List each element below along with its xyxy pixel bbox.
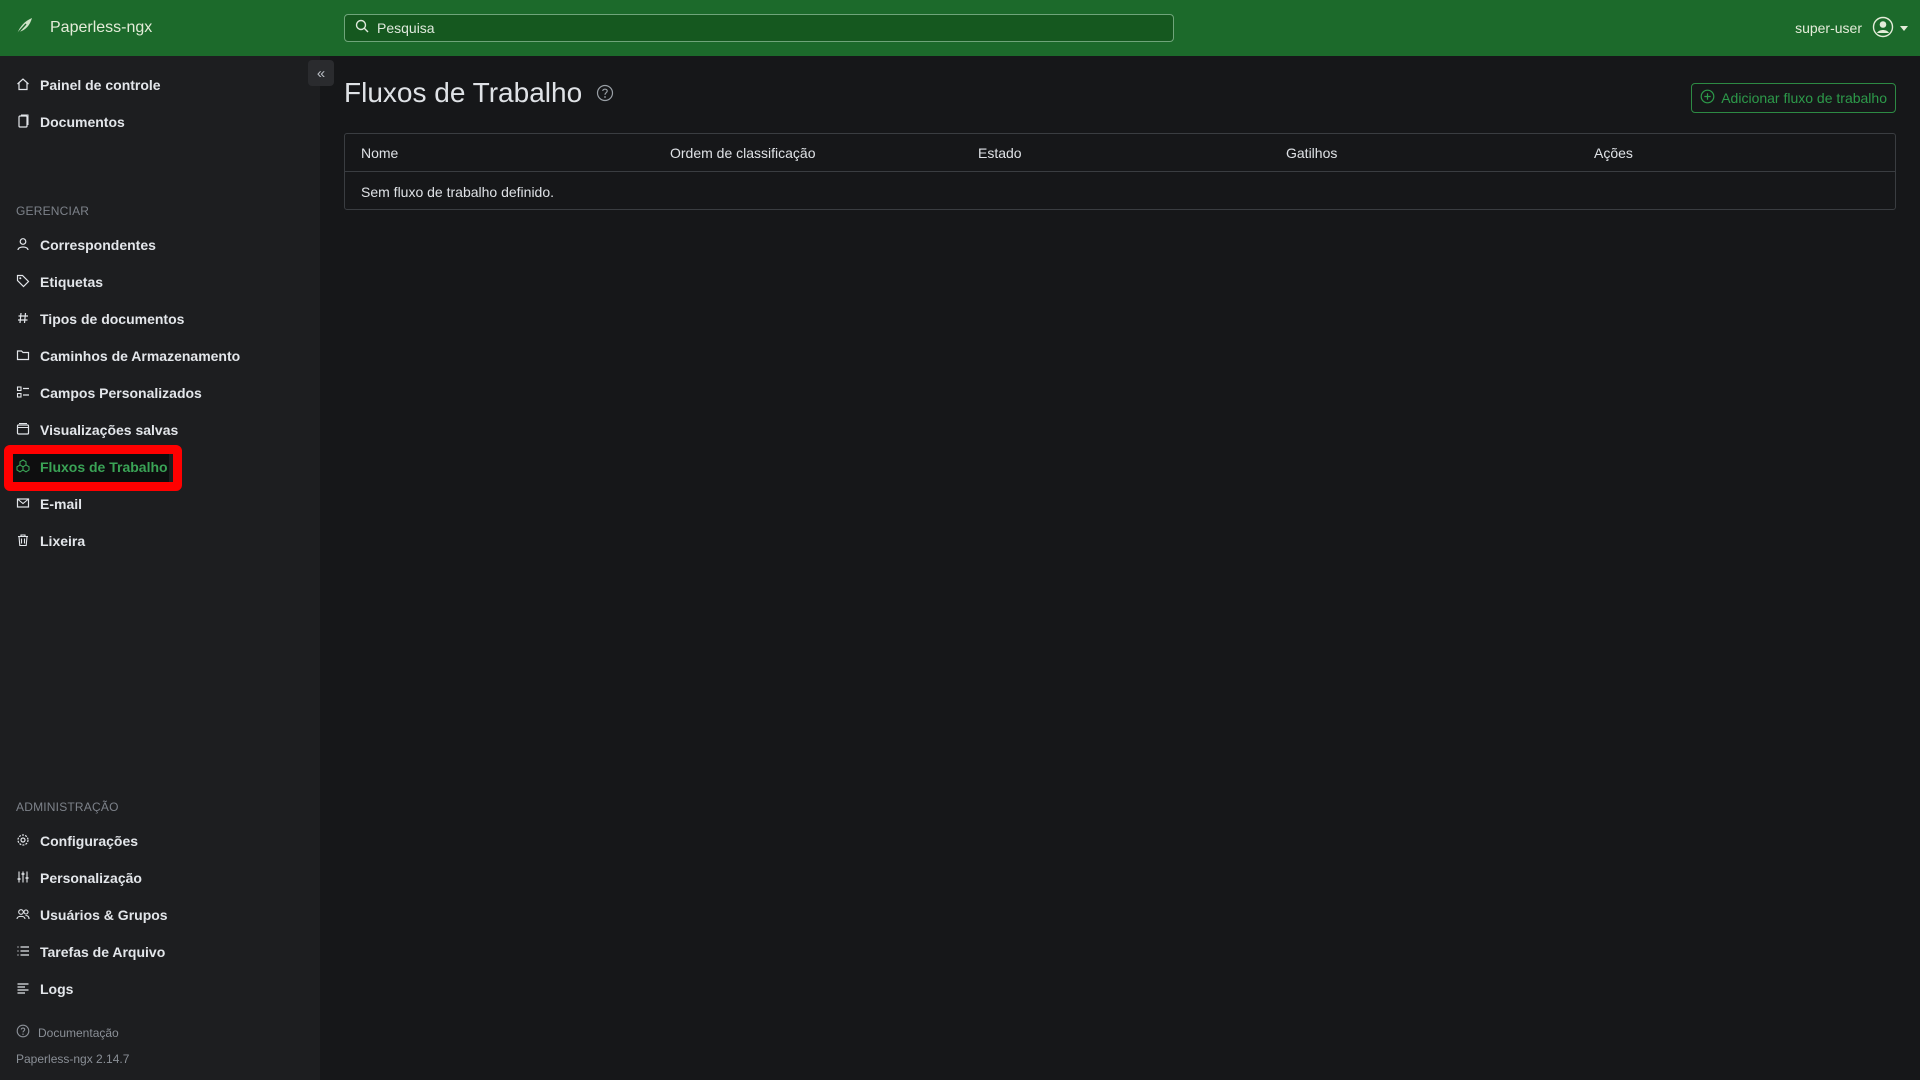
sidebar-item-mail[interactable]: E-mail bbox=[16, 491, 82, 517]
empty-table-message: Sem fluxo de trabalho definido. bbox=[361, 184, 555, 200]
boxes-icon bbox=[16, 458, 30, 476]
sidebar-item-label: Logs bbox=[40, 981, 74, 997]
search-input[interactable] bbox=[377, 20, 1157, 36]
sidebar-item-label: Usuários & Grupos bbox=[40, 907, 168, 923]
sidebar-item-label: Visualizações salvas bbox=[40, 422, 179, 438]
tags-icon bbox=[16, 274, 30, 291]
trash-icon bbox=[16, 533, 30, 550]
sidebar-item-label: E-mail bbox=[40, 496, 83, 512]
user-name: super-user bbox=[1795, 20, 1862, 36]
column-header-status[interactable]: Estado bbox=[978, 145, 1022, 161]
house-icon bbox=[16, 77, 30, 94]
sidebar-item-label: Personalização bbox=[40, 870, 142, 886]
files-icon bbox=[16, 114, 30, 131]
documentation-link[interactable]: Documentação bbox=[16, 1024, 119, 1041]
sidebar-item-label: Configurações bbox=[40, 833, 139, 849]
section-label-admin: ADMINISTRAÇÃO bbox=[16, 800, 119, 814]
sidebar-item-label: Caminhos de Armazenamento bbox=[40, 348, 241, 364]
search-icon bbox=[355, 19, 369, 37]
envelope-icon bbox=[16, 496, 30, 513]
leaf-logo-icon bbox=[14, 16, 34, 41]
add-workflow-label: Adicionar fluxo de trabalho bbox=[1721, 90, 1887, 106]
sidebar-item-label: Lixeira bbox=[40, 533, 86, 549]
app-brand[interactable]: Paperless-ngx bbox=[14, 0, 152, 56]
sidebar-item-label: Tarefas de Arquivo bbox=[40, 944, 166, 960]
collapse-sidebar-button[interactable]: « bbox=[308, 60, 334, 86]
sidebar-item-customization[interactable]: Personalização bbox=[16, 865, 142, 891]
user-avatar-icon bbox=[1872, 16, 1894, 41]
hash-icon bbox=[16, 311, 30, 328]
sidebar-item-label: Documentos bbox=[40, 114, 125, 130]
sidebar-item-saved-views[interactable]: Visualizações salvas bbox=[16, 417, 178, 443]
sidebar-item-storage-paths[interactable]: Caminhos de Armazenamento bbox=[16, 343, 240, 369]
app-version: Paperless-ngx 2.14.7 bbox=[16, 1052, 130, 1066]
sidebar-item-dashboard[interactable]: Painel de controle bbox=[16, 72, 161, 98]
help-icon[interactable] bbox=[596, 76, 614, 109]
page-title-text: Fluxos de Trabalho bbox=[344, 76, 583, 108]
user-menu[interactable]: super-user bbox=[1795, 0, 1908, 56]
sidebar-item-label: Fluxos de Trabalho bbox=[40, 459, 168, 475]
top-navbar: Paperless-ngx super-user bbox=[0, 0, 1920, 56]
sidebar-item-file-tasks[interactable]: Tarefas de Arquivo bbox=[16, 939, 165, 965]
text-left-icon bbox=[16, 981, 30, 998]
double-chevron-left-icon: « bbox=[316, 64, 326, 82]
sidebar-item-label: Tipos de documentos bbox=[40, 311, 185, 327]
sidebar-item-users-groups[interactable]: Usuários & Grupos bbox=[16, 902, 168, 928]
sidebar-item-documents[interactable]: Documentos bbox=[16, 109, 125, 135]
person-icon bbox=[16, 237, 30, 254]
sidebar-item-correspondents[interactable]: Correspondentes bbox=[16, 232, 156, 258]
sidebar-item-trash[interactable]: Lixeira bbox=[16, 528, 85, 554]
people-icon bbox=[16, 907, 30, 924]
app-name: Paperless-ngx bbox=[50, 19, 153, 36]
sidebar-item-custom-fields[interactable]: Campos Personalizados bbox=[16, 380, 202, 406]
chevron-down-icon bbox=[1900, 25, 1908, 31]
column-header-triggers[interactable]: Gatilhos bbox=[1286, 145, 1337, 161]
sidebar-item-label: Correspondentes bbox=[40, 237, 156, 253]
plus-circle-icon bbox=[1700, 89, 1715, 107]
sidebar-item-logs[interactable]: Logs bbox=[16, 976, 73, 1002]
workflows-table: Nome Ordem de classificação Estado Gatil… bbox=[344, 133, 1896, 210]
table-header: Nome Ordem de classificação Estado Gatil… bbox=[345, 134, 1895, 172]
gear-icon bbox=[16, 833, 30, 850]
sidebar-item-document-types[interactable]: Tipos de documentos bbox=[16, 306, 184, 332]
sidebar-item-tags[interactable]: Etiquetas bbox=[16, 269, 103, 295]
sidebar-item-workflows[interactable]: Fluxos de Trabalho bbox=[16, 454, 168, 480]
sidebar-item-label: Etiquetas bbox=[40, 274, 104, 290]
ui-checks-icon bbox=[16, 385, 30, 402]
sidebar-item-label: Painel de controle bbox=[40, 77, 161, 93]
sidebar-item-settings[interactable]: Configurações bbox=[16, 828, 138, 854]
question-circle-icon bbox=[16, 1024, 30, 1041]
folder-icon bbox=[16, 348, 30, 365]
sliders-icon bbox=[16, 870, 30, 887]
search-box[interactable] bbox=[344, 14, 1174, 42]
column-header-order[interactable]: Ordem de classificação bbox=[670, 145, 816, 161]
documentation-label: Documentação bbox=[38, 1025, 119, 1040]
page-title: Fluxos de Trabalho bbox=[344, 76, 614, 109]
column-header-name[interactable]: Nome bbox=[361, 145, 398, 161]
sidebar-item-label: Campos Personalizados bbox=[40, 385, 202, 401]
section-label-manage: GERENCIAR bbox=[16, 204, 90, 218]
window-stack-icon bbox=[16, 422, 30, 439]
add-workflow-button[interactable]: Adicionar fluxo de trabalho bbox=[1691, 83, 1896, 113]
column-header-actions: Ações bbox=[1594, 145, 1633, 161]
list-task-icon bbox=[16, 944, 30, 961]
